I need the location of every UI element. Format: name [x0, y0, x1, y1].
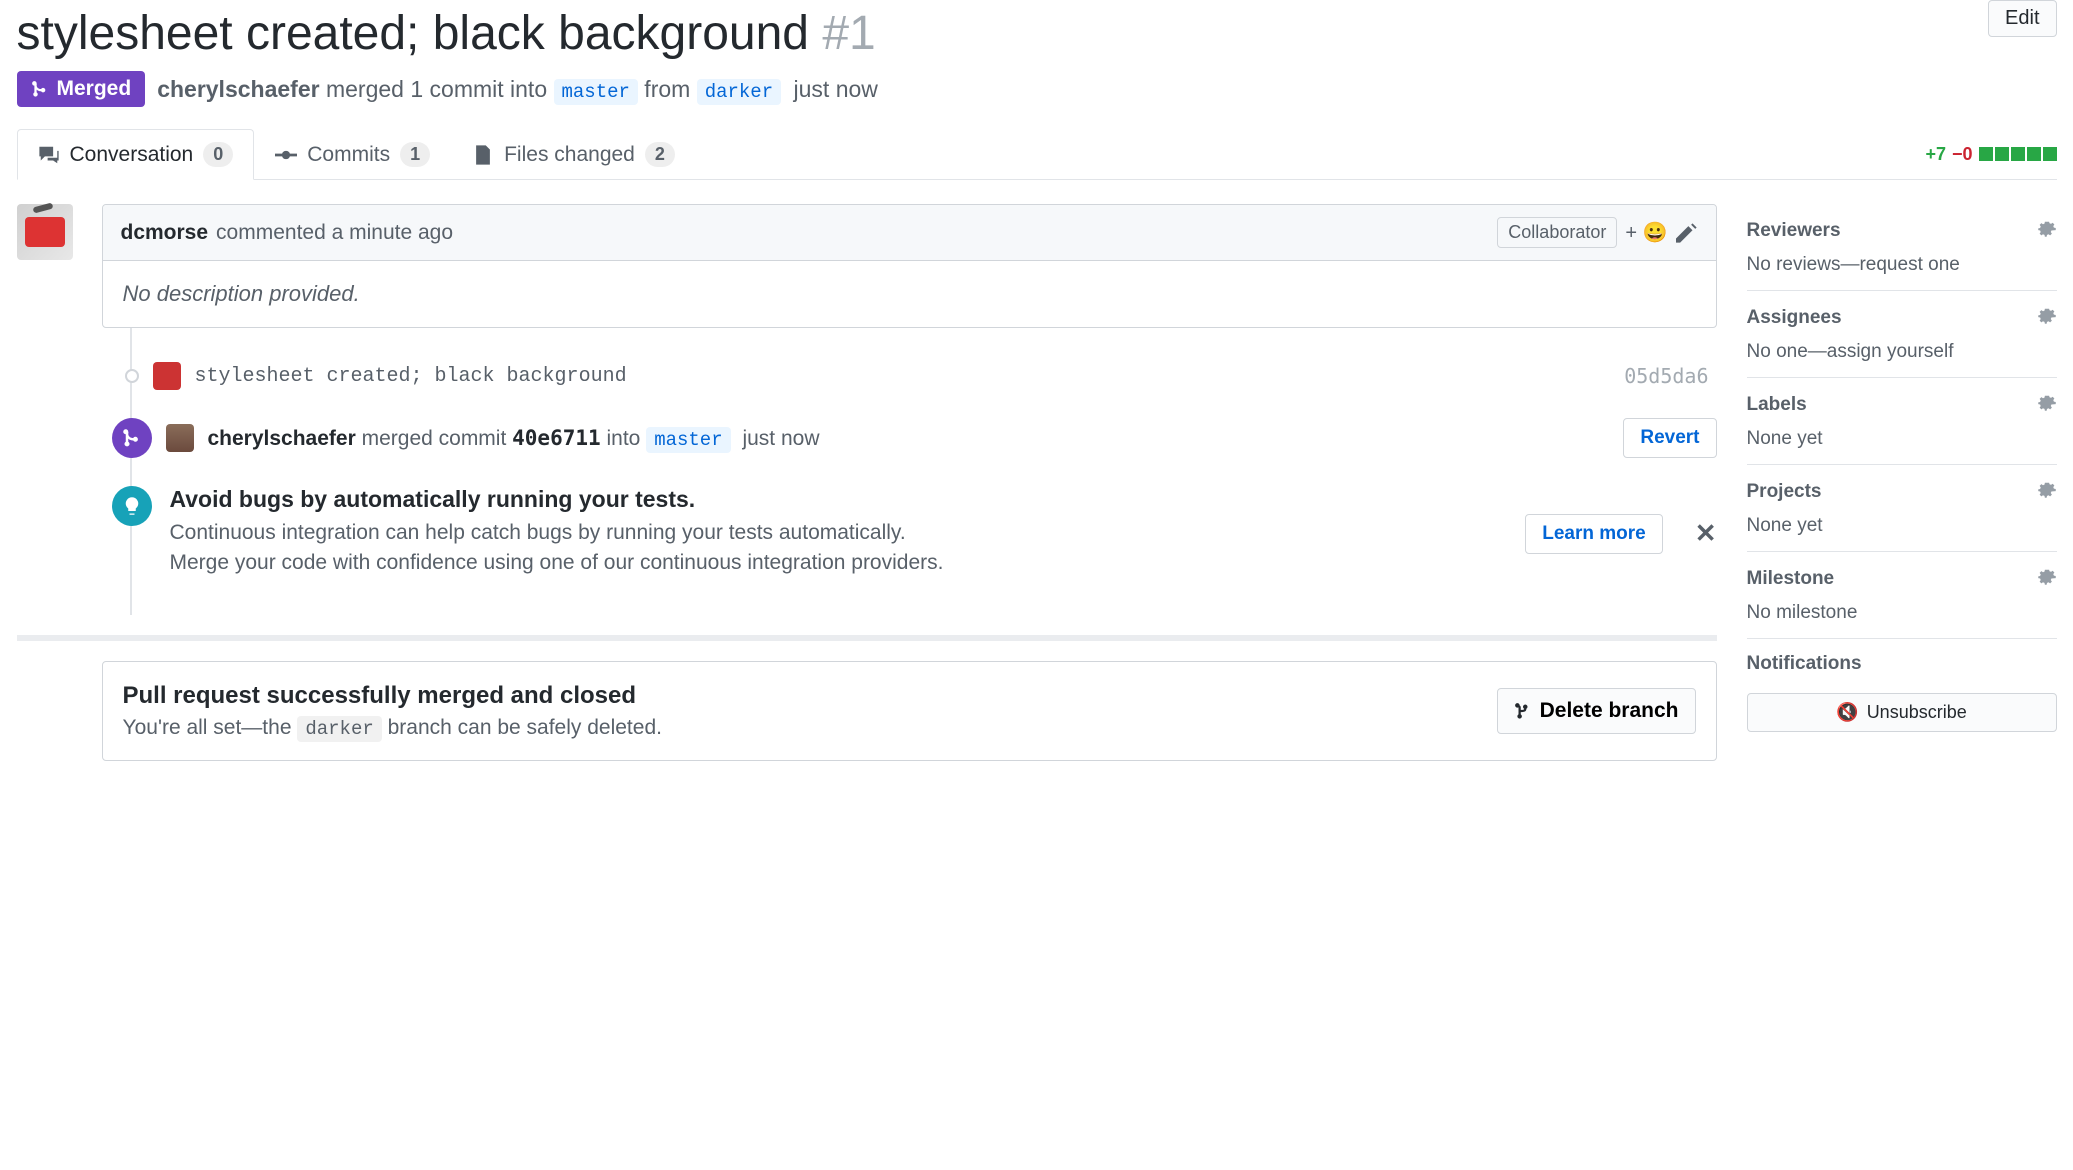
pr-title-text: stylesheet created; black background	[17, 7, 809, 60]
additions: +7	[1925, 144, 1946, 165]
milestone-gear-button[interactable]	[2037, 566, 2057, 592]
tab-files-changed[interactable]: Files changed 2	[451, 129, 696, 179]
sidebar-milestone: Milestone No milestone	[1747, 552, 2057, 639]
tab-conversation[interactable]: Conversation 0	[17, 129, 255, 180]
edit-button[interactable]: Edit	[1988, 0, 2056, 37]
projects-title: Projects	[1747, 481, 1822, 503]
merge-event: cherylschaefer merged commit 40e6711 int…	[106, 404, 1717, 472]
gear-icon	[2037, 479, 2057, 499]
comment-discussion-icon	[38, 144, 60, 166]
comment-author[interactable]: dcmorse	[121, 221, 209, 245]
merge-event-time: just now	[742, 427, 819, 450]
files-count: 2	[645, 142, 675, 167]
sidebar-projects: Projects None yet	[1747, 465, 2057, 552]
tab-commits[interactable]: Commits 1	[254, 129, 451, 179]
mute-icon: 🔇	[1836, 702, 1858, 723]
gear-icon	[2037, 566, 2057, 586]
reviewers-gear-button[interactable]	[2037, 218, 2057, 244]
labels-title: Labels	[1747, 394, 1807, 416]
merge-event-text: cherylschaefer merged commit 40e6711 int…	[208, 426, 820, 451]
notifications-title: Notifications	[1747, 653, 1862, 675]
merge-event-author[interactable]: cherylschaefer	[208, 427, 356, 450]
reviewers-text[interactable]: No reviews—request one	[1747, 254, 2057, 276]
commit-message[interactable]: stylesheet created; black background	[195, 365, 627, 388]
deletions: −0	[1952, 144, 1973, 165]
file-diff-icon	[472, 144, 494, 166]
divider	[17, 635, 1717, 641]
git-merge-icon	[122, 428, 142, 448]
assignees-title: Assignees	[1747, 307, 1842, 329]
sidebar-reviewers: Reviewers No reviews—request one	[1747, 204, 2057, 291]
collaborator-badge: Collaborator	[1497, 217, 1617, 248]
pr-number: #1	[822, 7, 875, 60]
merge-target-branch[interactable]: master	[646, 427, 730, 453]
commit-author-avatar[interactable]	[153, 362, 181, 390]
lightbulb-icon	[122, 496, 142, 516]
pencil-icon	[1676, 222, 1698, 244]
add-reaction-button[interactable]: + 😀	[1625, 220, 1667, 245]
labels-text: None yet	[1747, 428, 2057, 450]
labels-gear-button[interactable]	[2037, 392, 2057, 418]
milestone-text: No milestone	[1747, 602, 2057, 624]
merged-status-box: Pull request successfully merged and clo…	[102, 661, 1717, 761]
merged-box-title: Pull request successfully merged and clo…	[123, 682, 662, 710]
assignees-text[interactable]: No one—assign yourself	[1747, 341, 2057, 363]
ci-hint-title: Avoid bugs by automatically running your…	[170, 486, 944, 513]
comment-time: commented a minute ago	[216, 221, 453, 245]
timeline-dot-icon	[125, 369, 139, 383]
assignees-gear-button[interactable]	[2037, 305, 2057, 331]
commits-count: 1	[400, 142, 430, 167]
pr-title: stylesheet created; black background #1	[17, 6, 876, 61]
merge-event-icon	[112, 418, 152, 458]
sidebar-notifications: Notifications 🔇 Unsubscribe	[1747, 639, 2057, 746]
gear-icon	[2037, 218, 2057, 238]
ci-hint-line1: Continuous integration can help catch bu…	[170, 521, 944, 545]
state-label: Merged	[57, 77, 132, 101]
pr-tabs: Conversation 0 Commits 1 Files changed 2…	[17, 129, 2057, 180]
diffstat-blocks	[1979, 147, 2057, 161]
git-branch-icon	[1514, 702, 1532, 720]
sidebar-assignees: Assignees No one—assign yourself	[1747, 291, 2057, 378]
projects-text: None yet	[1747, 515, 2057, 537]
projects-gear-button[interactable]	[2037, 479, 2057, 505]
dismiss-ci-hint-button[interactable]: ✕	[1695, 518, 1717, 549]
gear-icon	[2037, 392, 2057, 412]
merge-summary: cherylschaefer merged 1 commit into mast…	[157, 76, 878, 103]
merge-time: just now	[794, 76, 878, 102]
reviewers-title: Reviewers	[1747, 220, 1841, 242]
milestone-title: Milestone	[1747, 568, 1835, 590]
merge-commit-id[interactable]: 40e6711	[512, 426, 601, 450]
state-badge: Merged	[17, 71, 146, 107]
ci-hint-line2: Merge your code with confidence using on…	[170, 551, 944, 575]
merge-author-avatar[interactable]	[166, 424, 194, 452]
commit-event: stylesheet created; black background 05d…	[106, 348, 1717, 404]
comment-header: dcmorse commented a minute ago Collabora…	[103, 205, 1716, 261]
conversation-count: 0	[203, 142, 233, 167]
delete-branch-button[interactable]: Delete branch	[1497, 688, 1696, 734]
ci-hint-icon	[112, 486, 152, 526]
merged-box-text: You're all set—the darker branch can be …	[123, 716, 662, 740]
git-commit-icon	[275, 144, 297, 166]
edit-comment-button[interactable]	[1676, 222, 1698, 244]
comment-body: No description provided.	[103, 261, 1716, 327]
commit-hash[interactable]: 05d5da6	[1624, 364, 1708, 388]
commenter-avatar[interactable]	[17, 204, 73, 260]
pr-meta-row: Merged cherylschaefer merged 1 commit in…	[17, 71, 2057, 107]
unsubscribe-button[interactable]: 🔇 Unsubscribe	[1747, 693, 2057, 732]
head-branch[interactable]: darker	[697, 79, 781, 105]
git-merge-icon	[31, 80, 49, 98]
comment-box: dcmorse commented a minute ago Collabora…	[102, 204, 1717, 328]
ci-hint: Avoid bugs by automatically running your…	[106, 472, 1717, 595]
gear-icon	[2037, 305, 2057, 325]
merge-author[interactable]: cherylschaefer	[157, 76, 319, 102]
sidebar-labels: Labels None yet	[1747, 378, 2057, 465]
base-branch[interactable]: master	[554, 79, 638, 105]
merged-box-branch: darker	[297, 716, 381, 742]
diffstat: +7 −0	[1925, 144, 2056, 165]
learn-more-button[interactable]: Learn more	[1525, 514, 1662, 554]
revert-button[interactable]: Revert	[1623, 418, 1716, 458]
